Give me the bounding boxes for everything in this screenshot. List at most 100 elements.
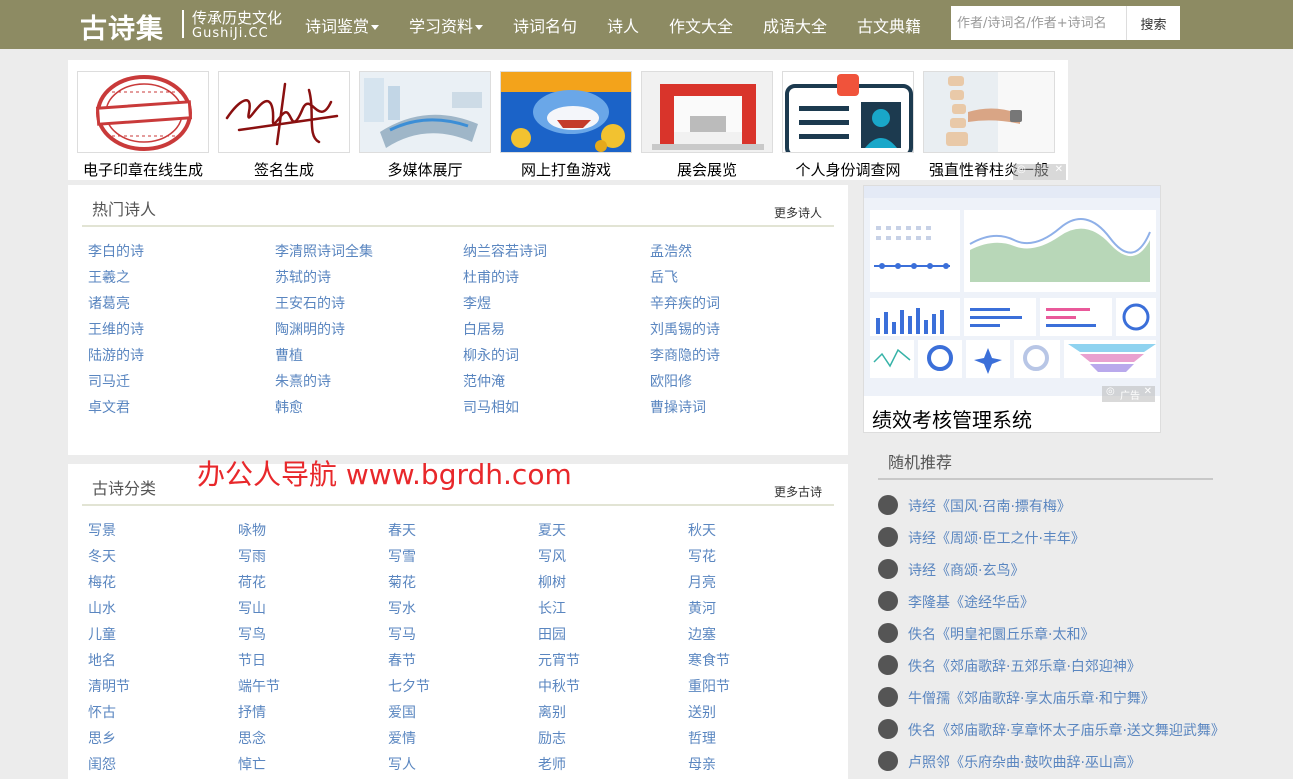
category-link[interactable]: 抒情 [238,702,266,722]
category-link[interactable]: 柳树 [538,572,566,592]
category-link[interactable]: 寒食节 [688,650,730,670]
category-link[interactable]: 送别 [688,702,716,722]
category-link[interactable]: 写马 [388,624,416,644]
logo-text[interactable]: 古诗集 [80,7,164,46]
ad-caption[interactable]: 网上打鱼游戏 [500,159,632,180]
poet-link[interactable]: 曹操诗词 [650,397,706,417]
ad-caption[interactable]: 电子印章在线生成 [77,159,209,180]
category-link[interactable]: 悼亡 [238,754,266,774]
ad-caption[interactable]: 展会展览 [641,159,773,180]
category-link[interactable]: 荷花 [238,572,266,592]
poet-link[interactable]: 王维的诗 [88,319,144,339]
ad-tile-id-check[interactable]: 个人身份调查网 [782,71,914,180]
category-link[interactable]: 秋天 [688,520,716,540]
category-link[interactable]: 地名 [88,650,116,670]
category-link[interactable]: 夏天 [538,520,566,540]
category-link[interactable]: 中秋节 [538,676,580,696]
poet-link[interactable]: 陆游的诗 [88,345,144,365]
category-link[interactable]: 思乡 [88,728,116,748]
poet-link[interactable]: 李商隐的诗 [650,345,720,365]
category-link[interactable]: 月亮 [688,572,716,592]
poet-link[interactable]: 司马迁 [88,371,130,391]
ad-label[interactable]: ◎ ✕ [1013,164,1066,180]
category-link[interactable]: 春节 [388,650,416,670]
category-link[interactable]: 山水 [88,598,116,618]
category-link[interactable]: 写山 [238,598,266,618]
nav-classics[interactable]: 古文典籍 [857,13,921,37]
category-link[interactable]: 写雪 [388,546,416,566]
nav-famous-lines[interactable]: 诗词名句 [513,13,577,37]
category-link[interactable]: 田园 [538,624,566,644]
poet-link[interactable]: 纳兰容若诗词 [463,241,547,261]
poet-link[interactable]: 白居易 [463,319,505,339]
poet-link[interactable]: 苏轼的诗 [275,267,331,287]
category-link[interactable]: 春天 [388,520,416,540]
category-link[interactable]: 励志 [538,728,566,748]
category-link[interactable]: 元宵节 [538,650,580,670]
category-link[interactable]: 七夕节 [388,676,430,696]
more-poems-link[interactable]: 更多古诗 [774,483,822,500]
category-link[interactable]: 哲理 [688,728,716,748]
category-link[interactable]: 写景 [88,520,116,540]
poet-link[interactable]: 诸葛亮 [88,293,130,313]
nav-poets[interactable]: 诗人 [607,13,639,37]
ad-label[interactable]: ◎ 广告 ✕ [1102,386,1155,402]
category-link[interactable]: 菊花 [388,572,416,592]
category-link[interactable]: 黄河 [688,598,716,618]
nav-idioms[interactable]: 成语大全 [763,13,827,37]
category-link[interactable]: 儿童 [88,624,116,644]
category-link[interactable]: 重阳节 [688,676,730,696]
poet-link[interactable]: 柳永的词 [463,345,519,365]
search-button[interactable]: 搜索 [1126,6,1180,40]
poet-link[interactable]: 刘禹锡的诗 [650,319,720,339]
category-link[interactable]: 写风 [538,546,566,566]
category-link[interactable]: 怀古 [88,702,116,722]
poet-link[interactable]: 李清照诗词全集 [275,241,373,261]
category-link[interactable]: 咏物 [238,520,266,540]
poet-link[interactable]: 李白的诗 [88,241,144,261]
more-poets-link[interactable]: 更多诗人 [774,204,822,221]
ad-caption[interactable]: 个人身份调查网 [782,159,914,180]
poet-link[interactable]: 孟浩然 [650,241,692,261]
ad-tile-seal[interactable]: 电子印章在线生成 [77,71,209,180]
category-link[interactable]: 端午节 [238,676,280,696]
ad-caption[interactable]: 多媒体展厅 [359,159,491,180]
ad-caption[interactable]: 签名生成 [218,159,350,180]
poet-link[interactable]: 杜甫的诗 [463,267,519,287]
ad-info-icon[interactable]: ◎ [1106,386,1115,397]
poet-link[interactable]: 司马相如 [463,397,519,417]
category-link[interactable]: 节日 [238,650,266,670]
poet-link[interactable]: 范仲淹 [463,371,505,391]
category-link[interactable]: 闺怨 [88,754,116,774]
ad-info-icon[interactable]: ◎ [1017,164,1026,175]
category-link[interactable]: 长江 [538,598,566,618]
poet-link[interactable]: 陶渊明的诗 [275,319,345,339]
category-link[interactable]: 思念 [238,728,266,748]
category-link[interactable]: 母亲 [688,754,716,774]
ad-tile-fishing-game[interactable]: 网上打鱼游戏 [500,71,632,180]
poet-link[interactable]: 卓文君 [88,397,130,417]
category-link[interactable]: 写人 [388,754,416,774]
close-icon[interactable]: ✕ [1144,386,1152,397]
poet-link[interactable]: 曹植 [275,345,303,365]
category-link[interactable]: 梅花 [88,572,116,592]
category-link[interactable]: 写雨 [238,546,266,566]
close-icon[interactable]: ✕ [1055,164,1063,175]
category-link[interactable]: 爱国 [388,702,416,722]
category-link[interactable]: 老师 [538,754,566,774]
category-link[interactable]: 清明节 [88,676,130,696]
category-link[interactable]: 爱情 [388,728,416,748]
poet-link[interactable]: 王安石的诗 [275,293,345,313]
ad-tile-exhibition-hall[interactable]: 多媒体展厅 [359,71,491,180]
poet-link[interactable]: 李煜 [463,293,491,313]
poet-link[interactable]: 欧阳修 [650,371,692,391]
category-link[interactable]: 写水 [388,598,416,618]
nav-essays[interactable]: 作文大全 [669,13,733,37]
poet-link[interactable]: 韩愈 [275,397,303,417]
ad-tile-signature[interactable]: 签名生成 [218,71,350,180]
ad-tile-expo[interactable]: 展会展览 [641,71,773,180]
side-ad[interactable]: ◎ 广告 ✕ 绩效考核管理系统 [863,185,1161,433]
search-input[interactable] [951,6,1126,40]
category-link[interactable]: 离别 [538,702,566,722]
nav-study-materials[interactable]: 学习资料 [409,13,484,37]
